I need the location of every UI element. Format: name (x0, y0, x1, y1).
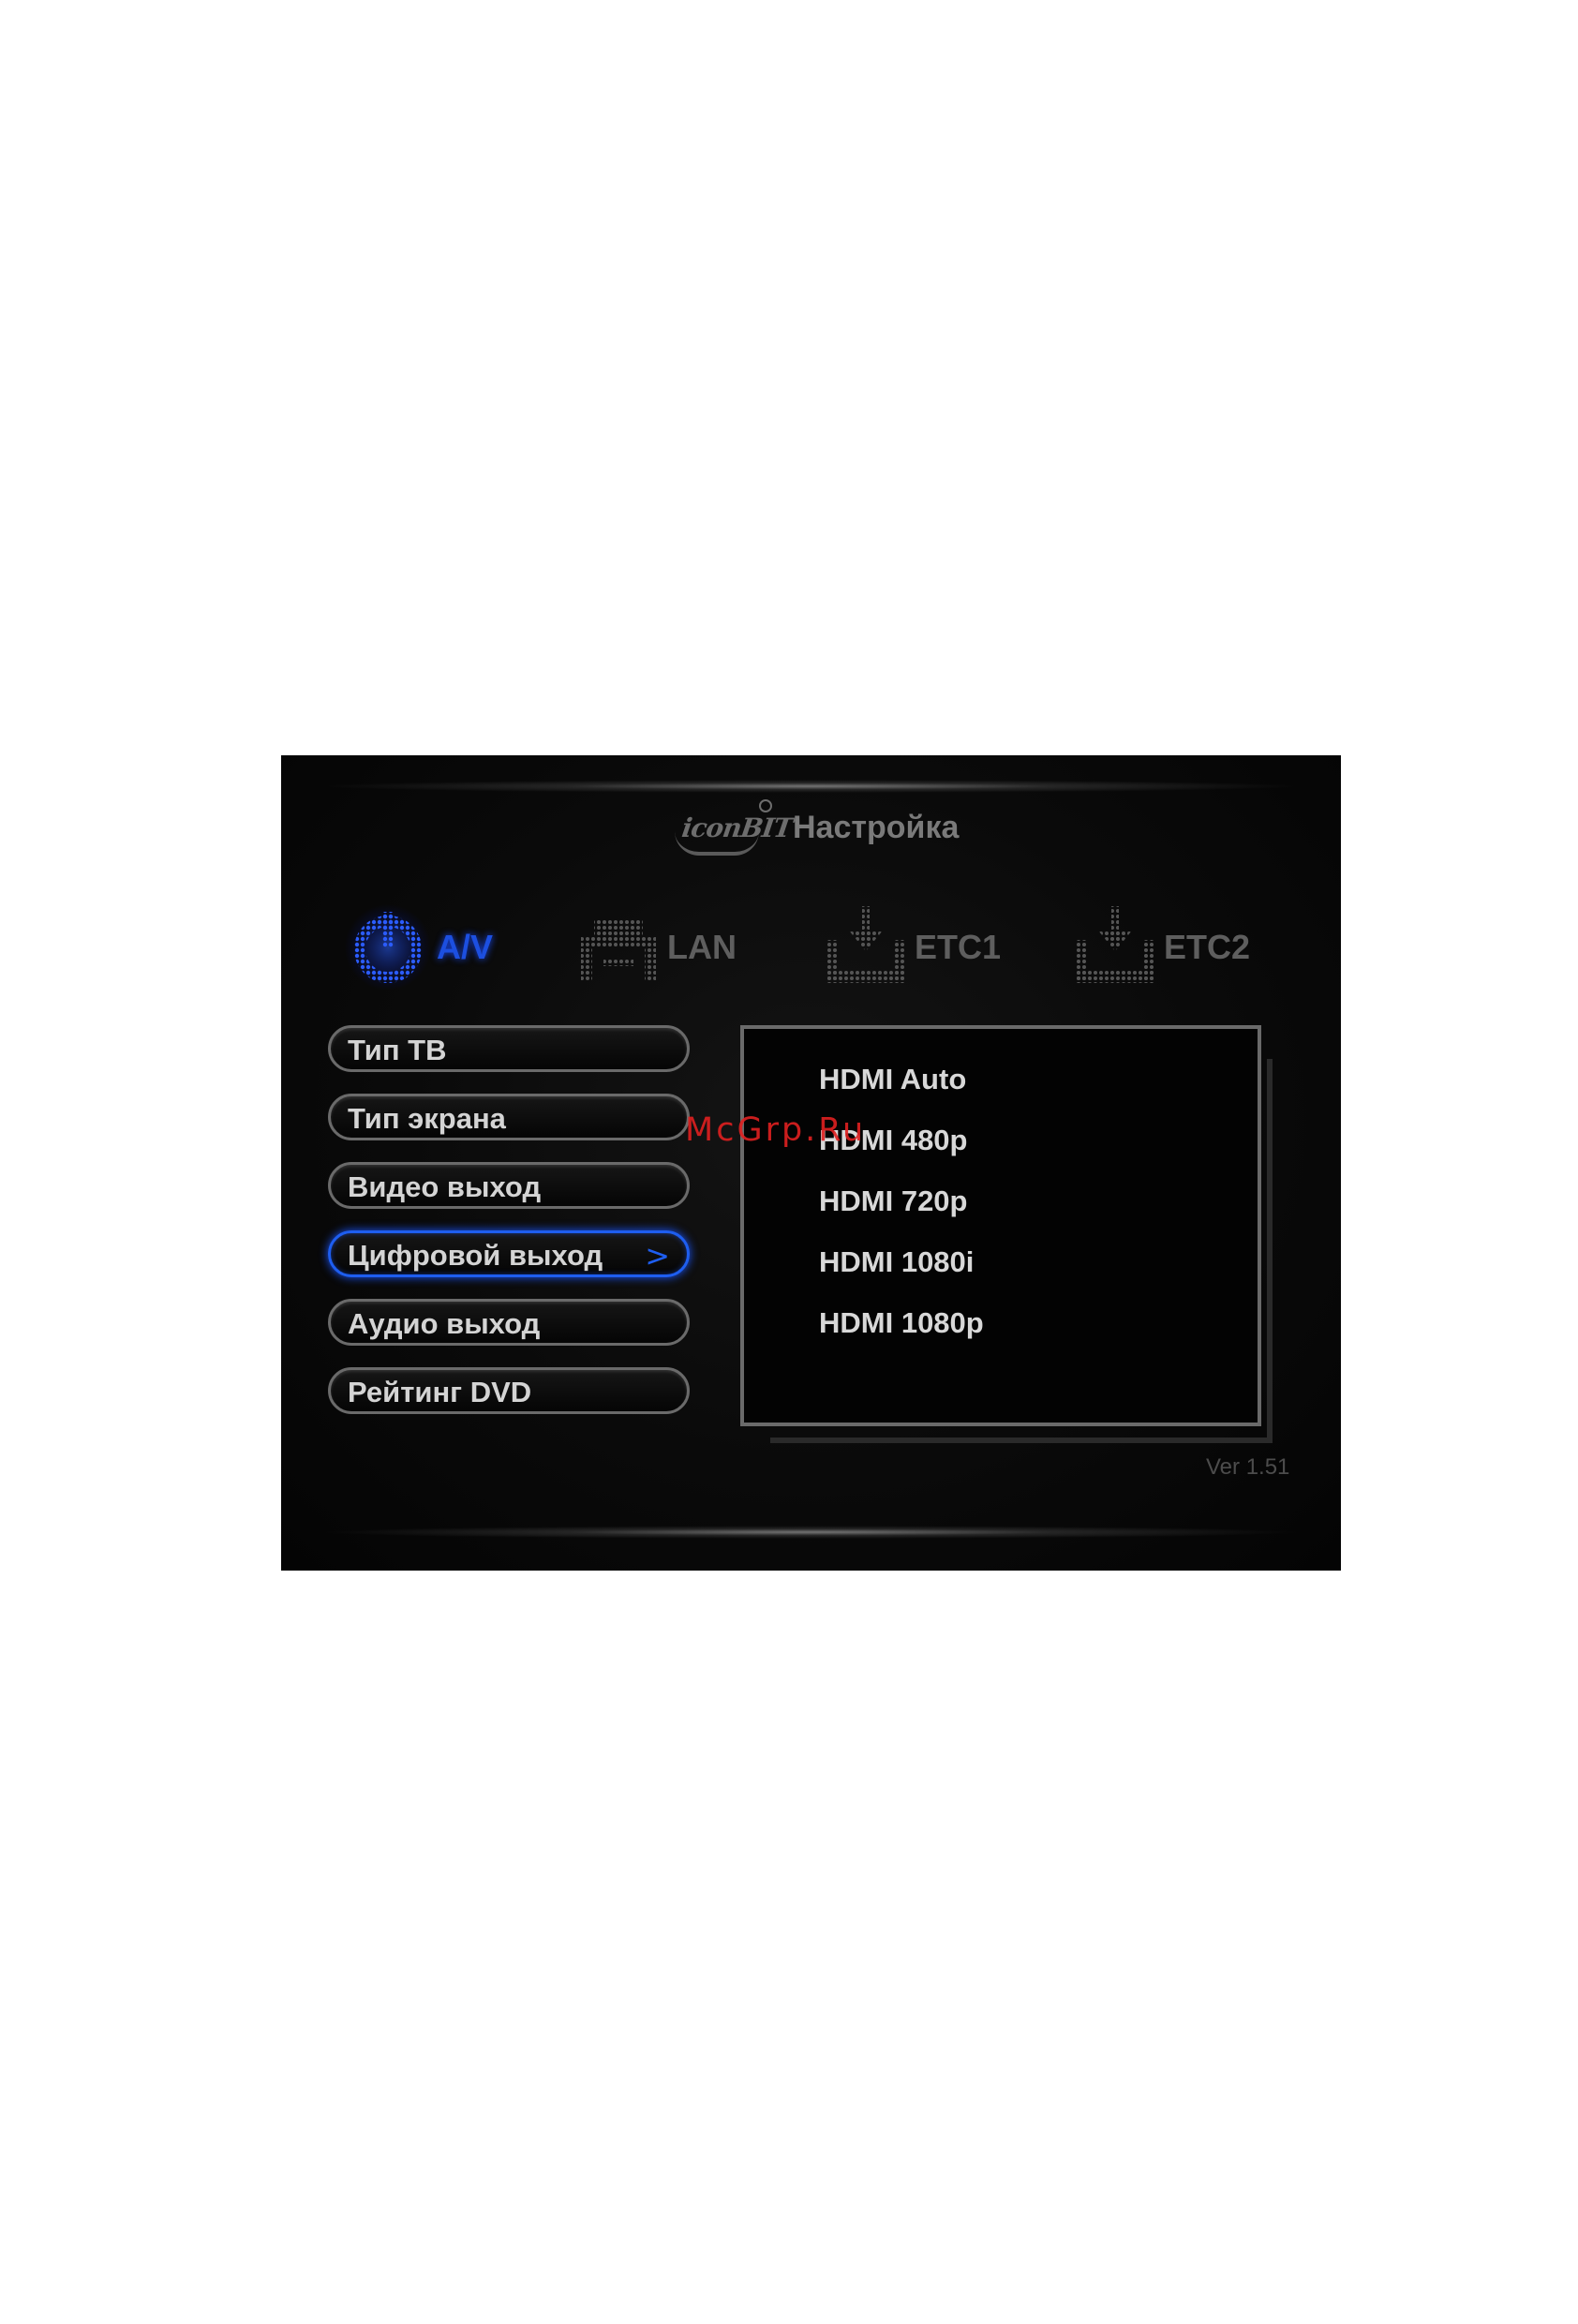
tab-lan[interactable]: LAN (573, 896, 737, 999)
tab-lan-label: LAN (667, 928, 737, 966)
tab-etc1-label: ETC1 (915, 928, 1002, 966)
download-dot-icon (1076, 906, 1154, 983)
chevron-right-icon: > (645, 1238, 670, 1274)
tab-etc1[interactable]: ETC1 (821, 896, 1001, 999)
menu-item-screen-type[interactable]: Тип экрана (328, 1094, 690, 1140)
menu-item-label: Цифровой выход (348, 1239, 603, 1272)
option-hdmi-1080p[interactable]: HDMI 1080p (819, 1306, 984, 1340)
menu-item-dvd-rating[interactable]: Рейтинг DVD (328, 1367, 690, 1414)
tab-etc2-label: ETC2 (1164, 928, 1251, 966)
menu-item-tv-type[interactable]: Тип ТВ (328, 1025, 690, 1072)
menu-item-label: Тип экрана (348, 1102, 506, 1135)
settings-menu: Тип ТВ Тип экрана Видео выход Цифровой в… (328, 1025, 697, 1436)
tab-etc2[interactable]: ETC2 (1070, 896, 1250, 999)
menu-item-audio-output[interactable]: Аудио выход (328, 1299, 690, 1346)
menu-item-label: Аудио выход (348, 1307, 541, 1340)
header: iconBIT Настройка (675, 795, 959, 860)
logo-swoosh (675, 831, 759, 856)
option-hdmi-720p[interactable]: HDMI 720p (819, 1184, 967, 1218)
option-hdmi-1080i[interactable]: HDMI 1080i (819, 1245, 974, 1279)
version-label: Ver 1.51 (1206, 1454, 1290, 1480)
menu-item-label: Тип ТВ (348, 1034, 447, 1066)
category-tabs: A/V LAN ETC1 ETC2 (343, 896, 1289, 999)
menu-item-digital-output[interactable]: Цифровой выход > (328, 1230, 690, 1277)
iconbit-logo: iconBIT (675, 799, 795, 856)
power-dot-icon (345, 904, 431, 991)
network-dot-icon (581, 919, 656, 981)
menu-item-video-output[interactable]: Видео выход (328, 1162, 690, 1209)
download-dot-icon (826, 906, 905, 983)
watermark: McGrp.Ru (685, 1111, 867, 1149)
settings-screen: iconBIT Настройка A/V LAN ETC1 ETC2 Тип … (281, 755, 1341, 1571)
page-title: Настройка (793, 809, 960, 845)
logo-dot-icon (759, 799, 772, 812)
tab-av[interactable]: A/V (343, 896, 493, 999)
menu-item-label: Видео выход (348, 1170, 542, 1203)
top-glow-divider (319, 780, 1303, 793)
tab-av-label: A/V (437, 928, 494, 966)
bottom-glow-divider (319, 1526, 1303, 1539)
options-panel: HDMI Auto HDMI 480p HDMI 720p HDMI 1080i… (740, 1025, 1261, 1426)
menu-item-label: Рейтинг DVD (348, 1376, 532, 1408)
option-hdmi-auto[interactable]: HDMI Auto (819, 1063, 966, 1096)
